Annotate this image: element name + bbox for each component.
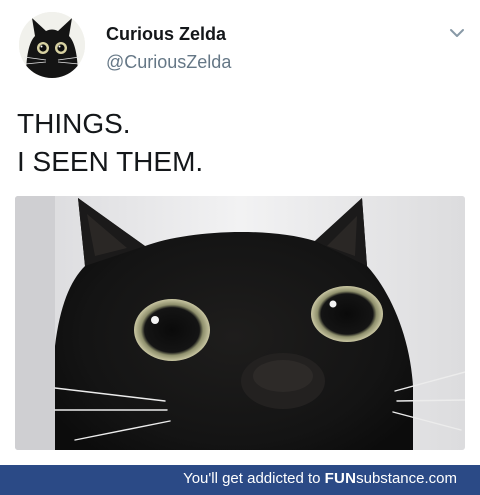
black-cat-avatar-icon xyxy=(19,12,85,78)
tweet-card: Curious Zelda @CuriousZelda THINGS. I SE… xyxy=(0,0,480,465)
site-footer: You'll get addicted to FUNsubstance.com xyxy=(0,465,480,495)
tweet-text-line: THINGS. xyxy=(17,108,131,139)
brand-name-rest: substance.com xyxy=(356,470,457,487)
brand-name-strong: FUN xyxy=(324,470,357,487)
footer-prefix: You'll get addicted to xyxy=(183,470,321,487)
avatar[interactable] xyxy=(19,12,85,78)
tweet-media-image[interactable] xyxy=(15,196,465,450)
tweet-text-line: I SEEN THEM. xyxy=(17,146,204,177)
tweet-text: THINGS. I SEEN THEM. xyxy=(17,105,203,181)
display-name[interactable]: Curious Zelda xyxy=(106,24,226,45)
user-handle[interactable]: @CuriousZelda xyxy=(106,52,231,73)
chevron-down-icon[interactable] xyxy=(446,24,468,42)
footer-tagline[interactable]: You'll get addicted to FUNsubstance.com xyxy=(183,470,457,487)
black-cat-photo-icon xyxy=(15,196,465,450)
